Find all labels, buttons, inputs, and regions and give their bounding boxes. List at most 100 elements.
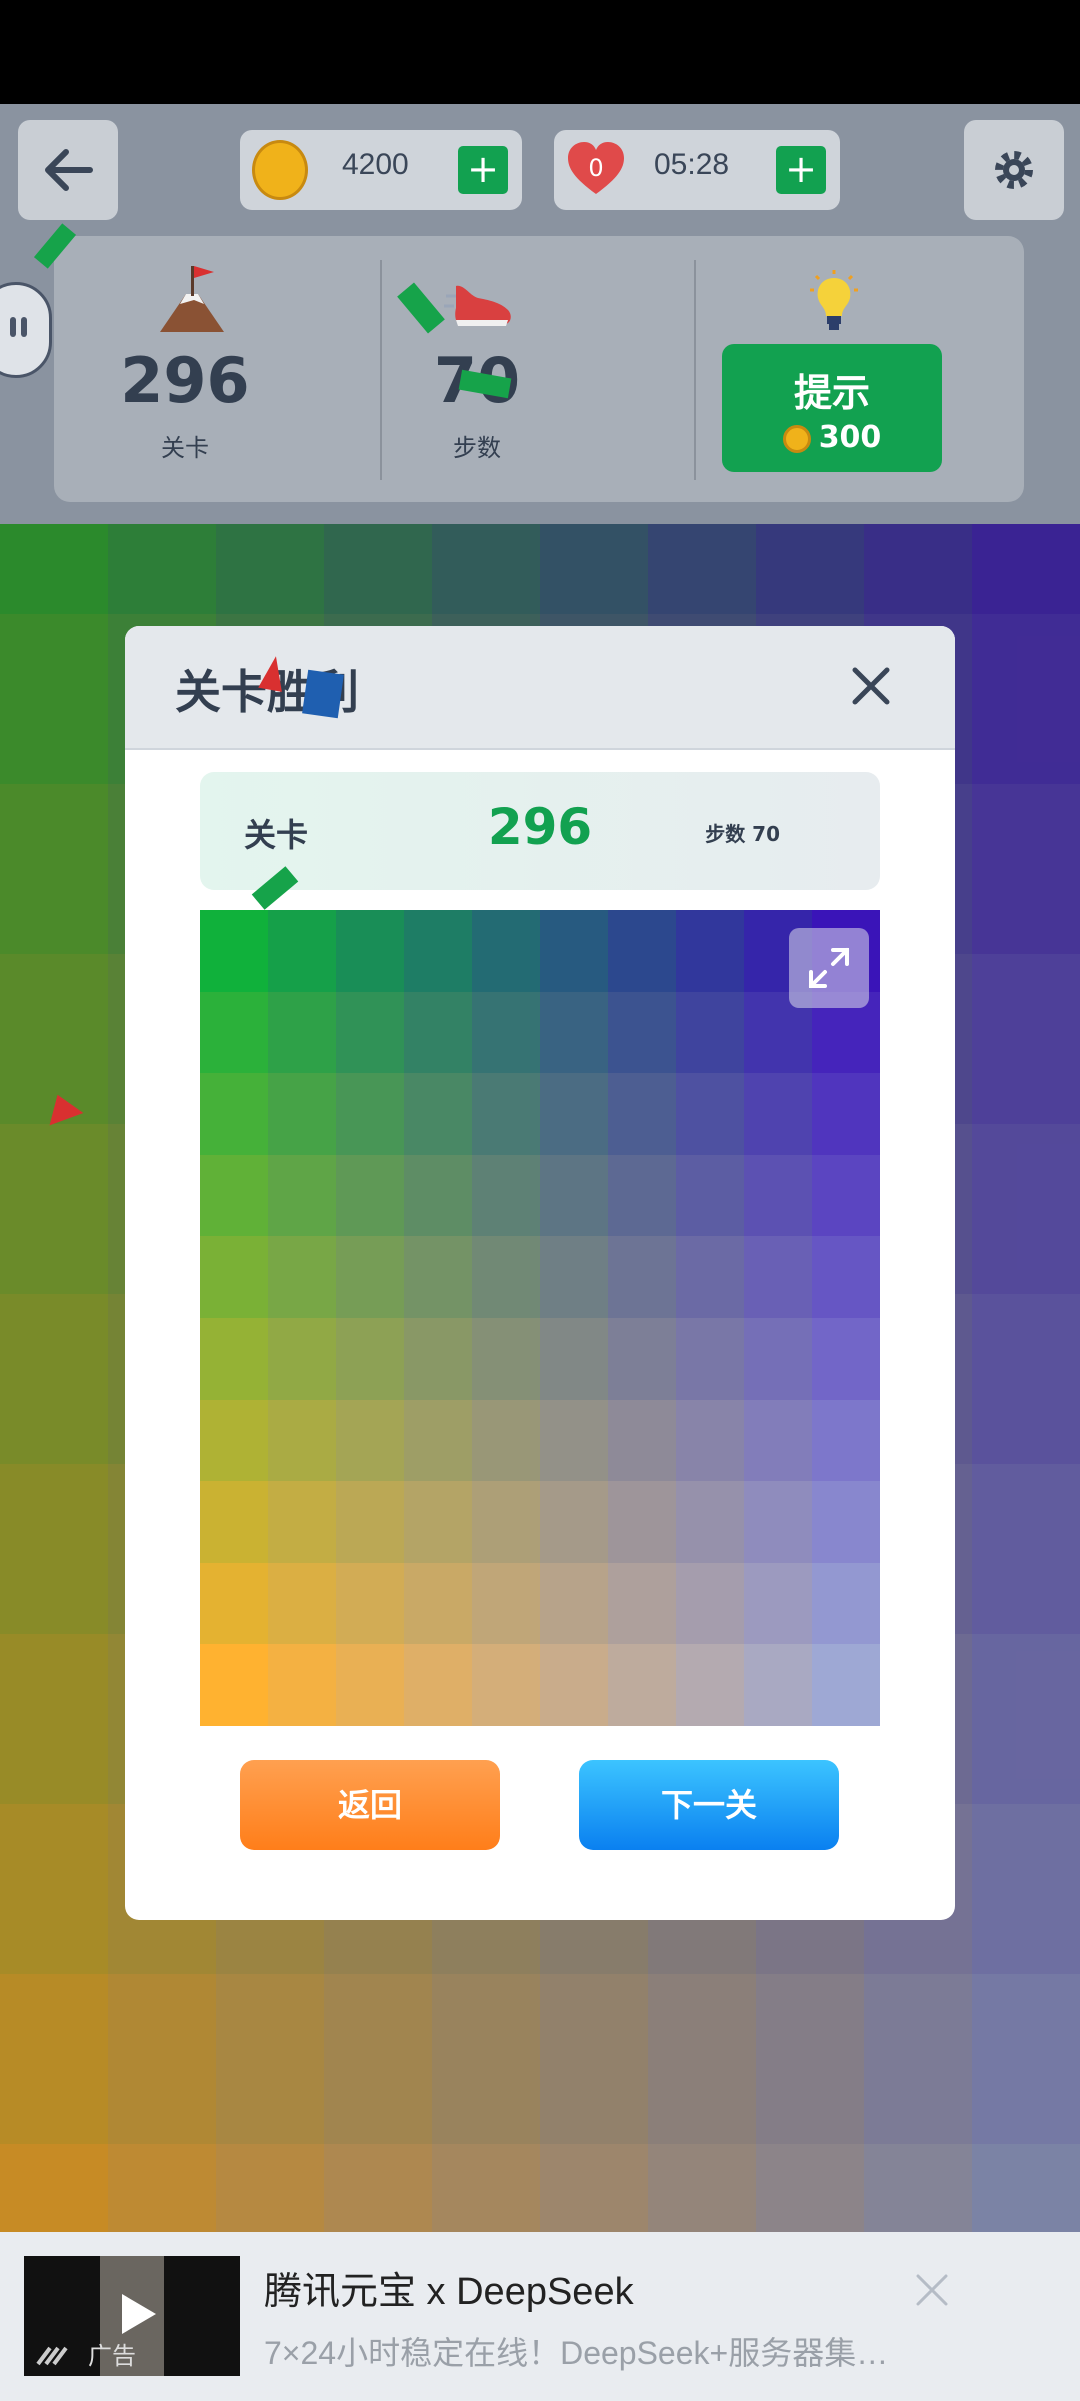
- victory-dialog: 关卡胜利 关卡 296 步数 70 返回 下一关: [125, 626, 955, 1920]
- board-tile: [676, 1073, 744, 1155]
- board-tile: [268, 1236, 336, 1318]
- board-tile: [540, 1073, 608, 1155]
- level-value: 296: [120, 344, 250, 417]
- gear-icon: [995, 151, 1033, 189]
- board-tile: [676, 1644, 744, 1726]
- mountain-flag-icon: [160, 266, 224, 332]
- stats-panel: 296 关卡 70 步数 提示 300: [54, 236, 1024, 502]
- hint-button[interactable]: 提示 300: [722, 344, 942, 472]
- board-tile: [812, 1562, 880, 1645]
- board-tile: [676, 1481, 744, 1563]
- confetti-piece: [302, 669, 344, 719]
- board-tile: [472, 1154, 540, 1237]
- expand-button[interactable]: [789, 928, 869, 1008]
- board-tile: [744, 1644, 812, 1726]
- pause-icon: [10, 317, 27, 337]
- summary-level-value: 296: [487, 798, 593, 856]
- board-tile: [744, 1481, 812, 1563]
- board-tile: [540, 1481, 608, 1563]
- hint-cost: 300: [722, 420, 942, 455]
- status-bar: [0, 0, 1080, 104]
- back-button[interactable]: [18, 120, 118, 220]
- back-to-menu-button[interactable]: 返回: [240, 1760, 500, 1850]
- board-tile: [336, 1236, 404, 1318]
- divider: [694, 260, 696, 480]
- board-tile: [472, 1073, 540, 1155]
- ad-title: 腾讯元宝 x DeepSeek: [264, 2271, 634, 2313]
- board-tile: [608, 991, 676, 1074]
- summary-steps: 步数 70: [705, 822, 780, 846]
- board-tile: [472, 1481, 540, 1563]
- board-tile: [336, 1073, 404, 1155]
- svg-text:0: 0: [588, 154, 603, 182]
- ad-logo-icon: [36, 2346, 68, 2366]
- board-tile: [744, 1154, 812, 1237]
- board-tile: [540, 910, 608, 992]
- board-tile: [268, 1154, 336, 1237]
- board-tile: [676, 1236, 744, 1318]
- board-tile: [540, 1236, 608, 1318]
- board-tile: [744, 1399, 812, 1482]
- hint-cost-value: 300: [818, 420, 882, 455]
- board-tile: [608, 1481, 676, 1563]
- board-tile: [812, 1399, 880, 1482]
- board-tile: [404, 1399, 472, 1482]
- board-tile: [404, 1073, 472, 1155]
- board-tile: [676, 1399, 744, 1482]
- side-pause-tab[interactable]: [0, 282, 52, 378]
- board-tile: [540, 1154, 608, 1237]
- board-tile: [336, 1481, 404, 1563]
- lightbulb-icon: [810, 270, 858, 330]
- ad-banner[interactable]: 广告 腾讯元宝 x DeepSeek 7×24小时稳定在线！DeepSeek+服…: [0, 2232, 1080, 2401]
- steps-label: 步数: [453, 434, 501, 462]
- board-tile: [608, 1317, 676, 1400]
- coin-icon: [252, 140, 308, 200]
- board-tile: [268, 1399, 336, 1482]
- ad-description: 7×24小时稳定在线！DeepSeek+服务器集…: [264, 2335, 889, 2371]
- settings-button[interactable]: [964, 120, 1064, 220]
- board-tile: [812, 1236, 880, 1318]
- board-tile: [268, 910, 336, 992]
- play-icon: [122, 2294, 156, 2334]
- board-tile: [540, 991, 608, 1074]
- add-lives-button[interactable]: +: [776, 146, 826, 194]
- hint-label: 提示: [793, 371, 870, 415]
- ad-thumbnail[interactable]: 广告: [24, 2256, 240, 2376]
- board-tile: [540, 1562, 608, 1645]
- board-tile: [608, 1644, 676, 1726]
- board-tile: [744, 1236, 812, 1318]
- board-tile: [336, 1644, 404, 1726]
- board-tile: [744, 1562, 812, 1645]
- board-tile: [404, 991, 472, 1074]
- board-tile: [404, 1644, 472, 1726]
- top-bar: 4200 + 0 05:28 + 296 关卡 70 步数: [0, 104, 1080, 524]
- board-tile: [200, 1399, 268, 1482]
- board-tile: [676, 910, 744, 992]
- board-tile: [200, 1562, 268, 1645]
- board-tile: [608, 1562, 676, 1645]
- board-tile: [744, 1073, 812, 1155]
- board-tile: [540, 1317, 608, 1400]
- ad-badge: 广告: [88, 2342, 136, 2370]
- board-tile: [540, 1399, 608, 1482]
- board-tile: [812, 1644, 880, 1726]
- board-tile: [472, 1317, 540, 1400]
- close-icon[interactable]: [847, 662, 895, 710]
- board-tile: [744, 1317, 812, 1400]
- board-tile: [404, 1481, 472, 1563]
- board-tile: [608, 910, 676, 992]
- board-tile: [336, 1154, 404, 1237]
- heart-icon: 0: [568, 142, 624, 194]
- close-icon[interactable]: [914, 2272, 950, 2308]
- shoe-icon: [444, 285, 511, 326]
- board-tile: [404, 1236, 472, 1318]
- add-coins-button[interactable]: +: [458, 146, 508, 194]
- board-tile: [200, 991, 268, 1074]
- board-tile: [268, 1562, 336, 1645]
- board-tile: [404, 1154, 472, 1237]
- board-tile: [608, 1399, 676, 1482]
- level-label: 关卡: [161, 434, 209, 462]
- board-tile: [472, 1562, 540, 1645]
- next-level-button[interactable]: 下一关: [579, 1760, 839, 1850]
- expand-icon: [809, 948, 849, 988]
